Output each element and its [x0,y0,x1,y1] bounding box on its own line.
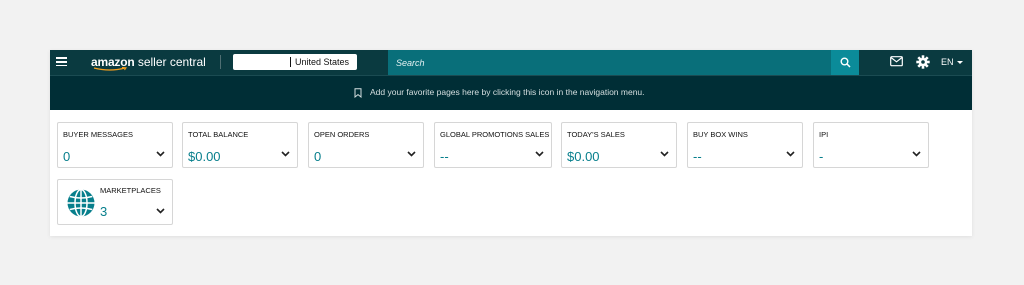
widget-value: -- [440,149,449,164]
seller-central-logo[interactable]: amazon seller central [91,53,206,71]
widget-title: MARKETPLACES [100,186,161,195]
favorites-bar: Add your favorite pages here by clicking… [50,75,972,110]
top-navigation-bar: amazon seller central United States Sear… [50,50,972,75]
widget-ipi[interactable]: IPI - [813,122,929,168]
widget-title: IPI [819,130,829,139]
chevron-down-icon[interactable] [156,208,165,214]
widget-value: 3 [100,204,108,219]
widget-title: OPEN ORDERS [314,130,370,139]
widget-value: - [819,149,824,164]
widget-title: TOTAL BALANCE [188,130,249,139]
widget-value: -- [693,149,702,164]
widget-title: BUYER MESSAGES [63,130,134,139]
widget-global-promotions-sales[interactable]: GLOBAL PROMOTIONS SALES -- [434,122,552,168]
hamburger-menu-icon[interactable] [55,55,69,69]
language-selector[interactable]: EN [941,50,963,75]
chevron-down-icon[interactable] [786,151,795,157]
caret-down-icon [956,61,963,65]
widget-title: TODAY'S SALES [567,130,625,139]
widget-buy-box-wins[interactable]: BUY BOX WINS -- [687,122,803,168]
nav-divider [220,55,221,69]
widget-open-orders[interactable]: OPEN ORDERS 0 [308,122,424,168]
widget-value: 0 [314,149,322,164]
search-icon [840,57,851,68]
widget-total-balance[interactable]: TOTAL BALANCE $0.00 [182,122,298,168]
widget-value: $0.00 [188,149,221,164]
widget-marketplaces[interactable]: MARKETPLACES 3 [57,179,173,225]
amazon-smile-icon [93,67,127,71]
widget-title: GLOBAL PROMOTIONS SALES [440,130,550,139]
logo-product: seller central [134,55,206,69]
search-input[interactable] [388,50,831,75]
search-field[interactable] [388,50,831,75]
chevron-down-icon[interactable] [535,151,544,157]
chevron-down-icon[interactable] [660,151,669,157]
widget-buyer-messages[interactable]: BUYER MESSAGES 0 [57,122,173,168]
language-label: EN [941,57,954,67]
bookmark-icon [354,88,362,98]
seller-central-app: amazon seller central United States Sear… [50,50,972,236]
mail-icon[interactable] [890,56,903,67]
widget-value: 0 [63,149,71,164]
gear-icon[interactable] [916,55,930,69]
favorites-hint: Add your favorite pages here by clicking… [370,87,645,97]
chevron-down-icon[interactable] [156,151,165,157]
chevron-down-icon[interactable] [912,151,921,157]
marketplace-selector[interactable]: United States [233,54,357,70]
search-button[interactable] [831,50,859,75]
chevron-down-icon[interactable] [281,151,290,157]
chevron-down-icon[interactable] [407,151,416,157]
widget-todays-sales[interactable]: TODAY'S SALES $0.00 [561,122,677,168]
marketplace-label: United States [295,57,350,67]
widget-title: BUY BOX WINS [693,130,748,139]
globe-icon [67,188,95,218]
marketplace-separator [290,57,291,67]
widget-value: $0.00 [567,149,600,164]
